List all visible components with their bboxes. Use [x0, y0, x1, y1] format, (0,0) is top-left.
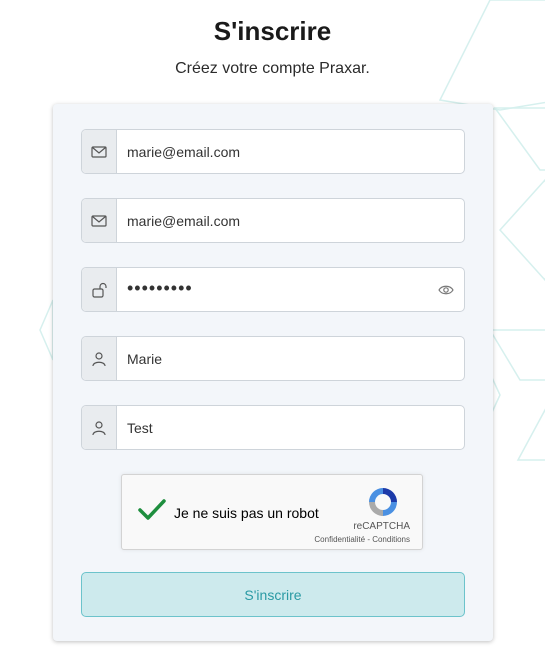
password-input[interactable]: •••••••••: [117, 268, 428, 311]
eye-icon[interactable]: [428, 268, 464, 311]
page-title: S'inscrire: [213, 16, 332, 46]
user-icon: [82, 337, 117, 380]
envelope-icon: [82, 199, 117, 242]
user-icon: [82, 406, 117, 449]
envelope-icon: [82, 130, 117, 173]
captcha-label: Je ne suis pas un robot: [174, 505, 319, 521]
signup-button[interactable]: S'inscrire: [81, 572, 465, 617]
unlock-icon: [82, 268, 117, 311]
recaptcha-legal-links[interactable]: Confidentialité - Conditions: [314, 535, 410, 544]
page-subtitle: Créez votre compte Praxar.: [175, 60, 370, 77]
last-name-input[interactable]: Test: [117, 406, 464, 449]
email-field[interactable]: marie@email.com: [81, 129, 465, 174]
first-name-field[interactable]: Marie: [81, 336, 465, 381]
email-input[interactable]: marie@email.com: [117, 130, 464, 173]
password-field[interactable]: •••••••••: [81, 267, 465, 312]
signup-card: marie@email.com marie@email.com ••••••••…: [53, 104, 493, 641]
recaptcha-logo-icon: [366, 485, 400, 524]
first-name-input[interactable]: Marie: [117, 337, 464, 380]
last-name-field[interactable]: Test: [81, 405, 465, 450]
recaptcha-brand: reCAPTCHA: [353, 521, 410, 532]
email-confirm-field[interactable]: marie@email.com: [81, 198, 465, 243]
email-confirm-input[interactable]: marie@email.com: [117, 199, 464, 242]
recaptcha-widget[interactable]: Je ne suis pas un robot reCAPTCHA Confid…: [121, 474, 423, 550]
checkmark-icon[interactable]: [137, 497, 167, 528]
